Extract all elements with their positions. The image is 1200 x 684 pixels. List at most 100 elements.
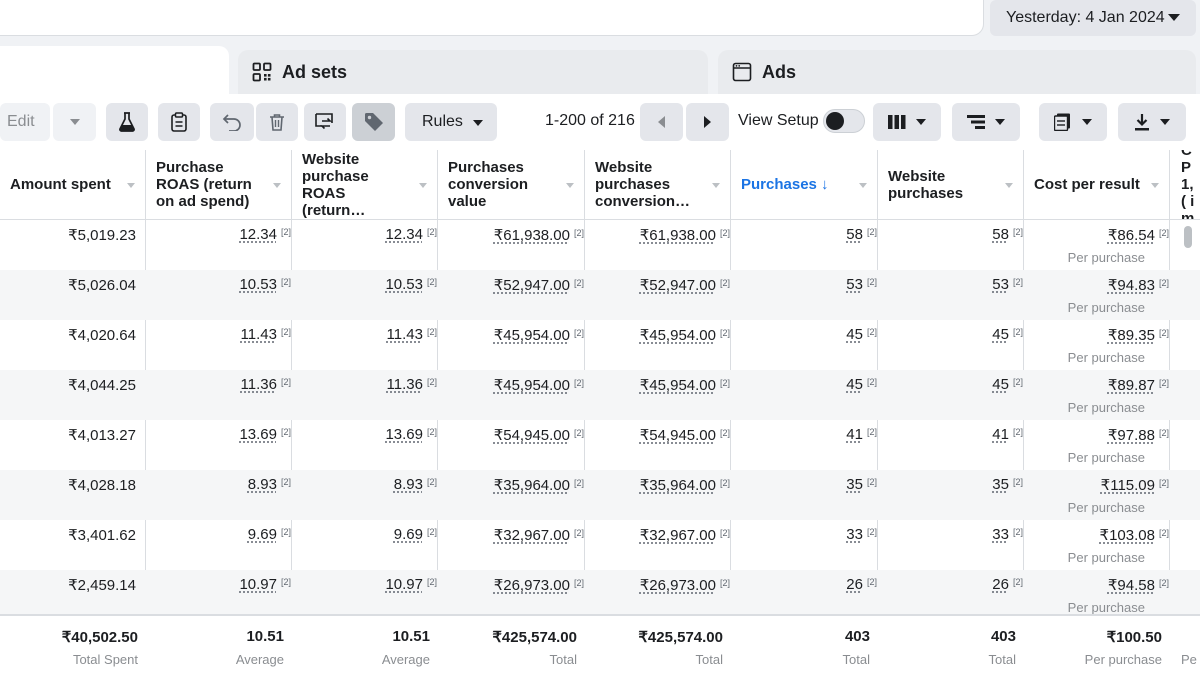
cell-web-conv-value[interactable]: ₹54,945.00 [2] xyxy=(640,426,730,446)
edit-button[interactable]: Edit xyxy=(0,103,50,141)
footnote-marker: [2] xyxy=(426,477,437,487)
cell-cost[interactable]: ₹86.54 [2] xyxy=(1108,226,1169,246)
date-range-picker[interactable]: Yesterday: 4 Jan 2024 xyxy=(990,0,1196,36)
cell-web-roas[interactable]: 10.97 [2] xyxy=(385,576,437,596)
tags-button[interactable] xyxy=(352,103,395,141)
cell-cost[interactable]: ₹94.83 [2] xyxy=(1108,276,1169,296)
table-row[interactable]: ₹2,459.14 10.97 [2] 10.97 [2] ₹26,973.00 [2] ₹2… xyxy=(0,570,1200,620)
export-button[interactable] xyxy=(1118,103,1186,141)
cell-conv-value[interactable]: ₹54,945.00 [2] xyxy=(494,426,584,446)
cell-cost[interactable]: ₹89.35 [2] xyxy=(1108,326,1169,346)
footnote-marker: [2] xyxy=(426,277,437,287)
breakdown-button[interactable] xyxy=(952,103,1020,141)
undo-button[interactable] xyxy=(210,103,254,141)
cell-purchases[interactable]: 53 [2] xyxy=(846,276,877,296)
reports-button[interactable] xyxy=(1039,103,1107,141)
cell-cost[interactable]: ₹97.88 [2] xyxy=(1108,426,1169,446)
cell-conv-value[interactable]: ₹61,938.00 [2] xyxy=(494,226,584,246)
column-header-amount-spent[interactable]: Amount spent xyxy=(0,150,145,220)
duplicate-button[interactable] xyxy=(158,103,200,141)
columns-button[interactable] xyxy=(873,103,941,141)
cell-web-roas[interactable]: 9.69 [2] xyxy=(394,526,437,546)
cell-roas[interactable]: 13.69 [2] xyxy=(239,426,291,446)
next-page-button[interactable] xyxy=(686,103,729,141)
cell-conv-value[interactable]: ₹45,954.00 [2] xyxy=(494,376,584,396)
cell-web-purchases[interactable]: 33 [2] xyxy=(992,526,1023,546)
cell-web-conv-value[interactable]: ₹52,947.00 [2] xyxy=(640,276,730,296)
view-setup-toggle[interactable] xyxy=(823,109,865,133)
cell-roas[interactable]: 10.53 [2] xyxy=(239,276,291,296)
cell-roas[interactable]: 11.36 [2] xyxy=(241,376,291,396)
cell-web-roas[interactable]: 11.36 [2] xyxy=(387,376,437,396)
table-row[interactable]: ₹5,026.04 10.53 [2] 10.53 [2] ₹52,947.00 [2] ₹5… xyxy=(0,270,1200,320)
table-row[interactable]: ₹4,020.64 11.43 [2] 11.43 [2] ₹45,954.00 [2] ₹4… xyxy=(0,320,1200,370)
cell-web-purchases[interactable]: 58 [2] xyxy=(992,226,1023,246)
cell-web-purchases[interactable]: 35 [2] xyxy=(992,476,1023,496)
table-row[interactable]: ₹5,019.23 12.34 [2] 12.34 [2] ₹61,938.00 [2] ₹6… xyxy=(0,220,1200,270)
cell-cost[interactable]: ₹115.09 [2] xyxy=(1101,476,1169,496)
search-bar[interactable] xyxy=(0,0,984,36)
column-header-cpm[interactable]: CP 1,( im xyxy=(1170,150,1200,220)
cell-purchases[interactable]: 33 [2] xyxy=(846,526,877,546)
column-header-website-purchase-roas[interactable]: Website purchase ROAS (return… xyxy=(292,150,437,220)
cell-cost[interactable]: ₹103.08 [2] xyxy=(1100,526,1169,546)
cell-cost[interactable]: ₹94.58 [2] xyxy=(1108,576,1169,596)
previous-page-button[interactable] xyxy=(640,103,683,141)
cell-conv-value[interactable]: ₹45,954.00 [2] xyxy=(494,326,584,346)
edit-dropdown-button[interactable] xyxy=(53,103,96,141)
rules-button[interactable]: Rules xyxy=(405,103,497,141)
cost-per-result-sublabel: Per purchase xyxy=(1067,350,1145,365)
column-header-purchase-roas[interactable]: Purchase ROAS (return on ad spend) xyxy=(146,150,291,220)
cell-web-purchases[interactable]: 45 [2] xyxy=(992,326,1023,346)
cell-web-purchases[interactable]: 45 [2] xyxy=(992,376,1023,396)
cell-purchases[interactable]: 45 [2] xyxy=(846,376,877,396)
table-row[interactable]: ₹4,044.25 11.36 [2] 11.36 [2] ₹45,954.00 [2] ₹4… xyxy=(0,370,1200,420)
cell-web-conv-value[interactable]: ₹45,954.00 [2] xyxy=(640,376,730,396)
cell-roas[interactable]: 12.34 [2] xyxy=(239,226,291,246)
cell-purchases[interactable]: 45 [2] xyxy=(846,326,877,346)
table-row[interactable]: ₹4,028.18 8.93 [2] 8.93 [2] ₹35,964.00 [2] ₹35,… xyxy=(0,470,1200,520)
tab-ad-sets[interactable]: Ad sets xyxy=(238,50,708,94)
column-header-purchases[interactable]: Purchases ↓ xyxy=(731,150,877,220)
table-totals-row: ₹40,502.50 Total Spent 10.51 Average 10.… xyxy=(0,614,1200,684)
footnote-marker: [2] xyxy=(1012,277,1023,287)
column-header-cost-per-result[interactable]: Cost per result xyxy=(1024,150,1169,220)
column-header-website-purchases[interactable]: Website purchases xyxy=(878,150,1023,220)
cell-web-purchases[interactable]: 41 [2] xyxy=(992,426,1023,446)
cell-roas[interactable]: 11.43 [2] xyxy=(241,326,291,346)
cell-roas[interactable]: 9.69 [2] xyxy=(248,526,291,546)
delete-button[interactable] xyxy=(256,103,298,141)
cell-purchases[interactable]: 41 [2] xyxy=(846,426,877,446)
cell-web-roas[interactable]: 12.34 [2] xyxy=(385,226,437,246)
cell-conv-value[interactable]: ₹26,973.00 [2] xyxy=(494,576,584,596)
cell-roas[interactable]: 8.93 [2] xyxy=(248,476,291,496)
cell-web-roas[interactable]: 8.93 [2] xyxy=(394,476,437,496)
cell-web-roas[interactable]: 11.43 [2] xyxy=(387,326,437,346)
cell-web-roas[interactable]: 10.53 [2] xyxy=(385,276,437,296)
cell-purchases[interactable]: 26 [2] xyxy=(846,576,877,596)
table-row[interactable]: ₹3,401.62 9.69 [2] 9.69 [2] ₹32,967.00 [2] ₹32,… xyxy=(0,520,1200,570)
cell-web-roas[interactable]: 13.69 [2] xyxy=(385,426,437,446)
tab-ads[interactable]: Ads xyxy=(718,50,1196,94)
cell-roas[interactable]: 10.97 [2] xyxy=(239,576,291,596)
cell-conv-value[interactable]: ₹32,967.00 [2] xyxy=(494,526,584,546)
cell-purchases[interactable]: 58 [2] xyxy=(846,226,877,246)
cell-web-conv-value[interactable]: ₹35,964.00 [2] xyxy=(640,476,730,496)
table-row[interactable]: ₹4,013.27 13.69 [2] 13.69 [2] ₹54,945.00 [2] ₹5… xyxy=(0,420,1200,470)
cell-cost[interactable]: ₹89.87 [2] xyxy=(1108,376,1169,396)
cell-web-conv-value[interactable]: ₹26,973.00 [2] xyxy=(640,576,730,596)
cell-web-purchases[interactable]: 53 [2] xyxy=(992,276,1023,296)
ad-preview-button[interactable] xyxy=(304,103,346,141)
cell-web-conv-value[interactable]: ₹61,938.00 [2] xyxy=(640,226,730,246)
cell-web-purchases[interactable]: 26 [2] xyxy=(992,576,1023,596)
cell-conv-value[interactable]: ₹52,947.00 [2] xyxy=(494,276,584,296)
cell-web-conv-value[interactable]: ₹45,954.00 [2] xyxy=(640,326,730,346)
vertical-scrollbar[interactable] xyxy=(1184,226,1192,248)
cell-conv-value[interactable]: ₹35,964.00 [2] xyxy=(494,476,584,496)
cell-purchases[interactable]: 35 [2] xyxy=(846,476,877,496)
cell-value: ₹5,019.23 xyxy=(68,227,136,244)
column-header-website-purchases-conversion[interactable]: Website purchases conversion… xyxy=(585,150,730,220)
ab-test-button[interactable] xyxy=(106,103,148,141)
cell-web-conv-value[interactable]: ₹32,967.00 [2] xyxy=(640,526,730,546)
column-header-purchases-conversion-value[interactable]: Purchases conversion value xyxy=(438,150,584,220)
